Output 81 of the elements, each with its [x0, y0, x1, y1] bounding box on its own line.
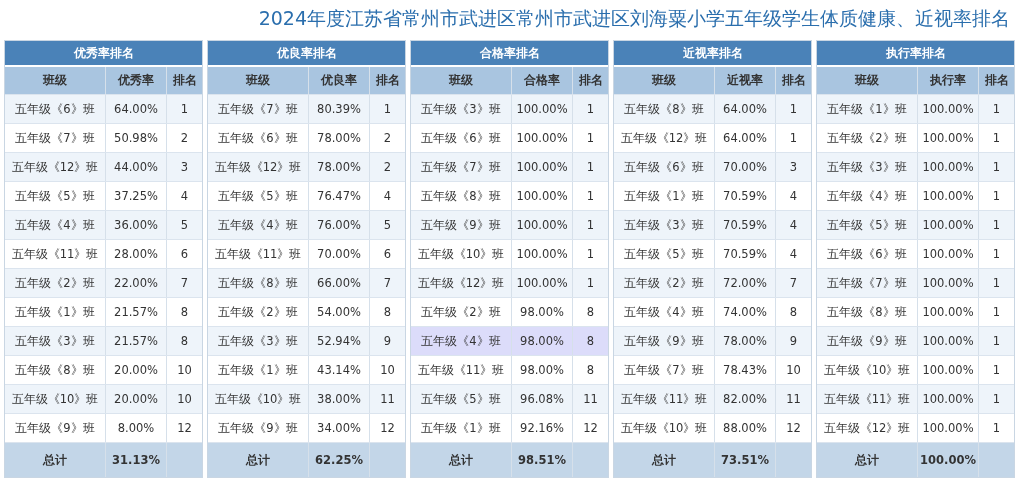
table-cell-text: 五年级《8》班: [420, 188, 502, 204]
table-cell-text: 五年级《2》班: [217, 304, 299, 320]
table-title: 优良率排名: [208, 41, 405, 65]
column-header: 班级: [447, 72, 474, 89]
table-cell-text: 五年级《6》班: [14, 101, 96, 117]
table-cell-text: 五年级《10》班: [416, 246, 506, 262]
table-cell-text: 五年级《3》班: [826, 159, 908, 175]
column-header: 班级: [41, 72, 68, 89]
table-cell-text: 五年级《11》班: [822, 391, 912, 407]
table-cell-text: 五年级《3》班: [14, 333, 96, 349]
table-cell-text: 五年级《8》班: [826, 304, 908, 320]
table-cell-text: 五年级《10》班: [822, 362, 912, 378]
table-cell-text: 五年级《1》班: [217, 362, 299, 378]
table-cell-text: 五年级《2》班: [14, 275, 96, 291]
table-cell-text: 五年级《7》班: [826, 275, 908, 291]
table-cell-text: 五年级《7》班: [420, 159, 502, 175]
total-label: 总计: [447, 452, 474, 468]
table-cell-text: 五年级《3》班: [217, 333, 299, 349]
table-cell-text: 五年级《7》班: [623, 362, 705, 378]
total-label: 总计: [244, 452, 271, 468]
table-cell-text: 五年级《10》班: [213, 391, 303, 407]
table-cell-text: 五年级《9》班: [217, 420, 299, 436]
table-cell-text: 五年级《4》班: [14, 217, 96, 233]
table-cell-text: 五年级《12》班: [416, 275, 506, 291]
table-cell-text: 五年级《10》班: [10, 391, 100, 407]
table-cell-text: 五年级《1》班: [623, 188, 705, 204]
table-cell-text: 五年级《5》班: [217, 188, 299, 204]
table-title: 执行率排名: [817, 41, 1014, 65]
table-cell-text: 五年级《6》班: [826, 246, 908, 262]
table-title: 近视率排名: [614, 41, 811, 65]
table-cell-text: 五年级《1》班: [826, 101, 908, 117]
table-cell-text: 五年级《9》班: [623, 333, 705, 349]
total-label: 总计: [41, 452, 68, 468]
table-cell-text: 五年级《3》班: [420, 101, 502, 117]
table-cell-text: 五年级《2》班: [623, 275, 705, 291]
table-title: 合格率排名: [411, 41, 608, 65]
table-cell-text: 五年级《2》班: [826, 130, 908, 146]
table-cell-text: 五年级《4》班: [623, 304, 705, 320]
table-cell-text: 五年级《2》班: [420, 304, 502, 320]
table-cell-text: 五年级《5》班: [420, 391, 502, 407]
column-header: 班级: [853, 72, 880, 89]
table-cell-text: 五年级《5》班: [14, 188, 96, 204]
table-cell-text: 五年级《9》班: [14, 420, 96, 436]
total-label: 总计: [853, 452, 880, 468]
table-cell-text: 五年级《4》班: [217, 217, 299, 233]
table-cell-text: 五年级《1》班: [420, 420, 502, 436]
total-label: 总计: [650, 452, 677, 468]
table-title: 优秀率排名: [5, 41, 202, 65]
page-title: 2024年度江苏省常州市武进区常州市武进区刘海粟小学五年级学生体质健康、近视率排名: [258, 6, 1010, 31]
table-cell-text: 五年级《5》班: [826, 217, 908, 233]
total-value: 98.51%: [511, 443, 572, 477]
table-cell-text: 五年级《6》班: [623, 159, 705, 175]
table-cell-text: 五年级《4》班: [826, 188, 908, 204]
table-cell-text: 五年级《7》班: [14, 130, 96, 146]
total-value: 100.00%: [917, 443, 978, 477]
table-cell-text: 五年级《8》班: [217, 275, 299, 291]
table-cell-text: 五年级《6》班: [217, 130, 299, 146]
column-header: 班级: [650, 72, 677, 89]
table-cell-text: 五年级《11》班: [213, 246, 303, 262]
total-value: 73.51%: [714, 443, 775, 477]
table-cell-text: 五年级《10》班: [619, 420, 709, 436]
table-cell-text: 五年级《7》班: [217, 101, 299, 117]
table-cell-text: 五年级《11》班: [619, 391, 709, 407]
table-cell-text: 五年级《11》班: [416, 362, 506, 378]
table-cell-text: 五年级《8》班: [623, 101, 705, 117]
table-cell-text: 五年级《12》班: [619, 130, 709, 146]
table-cell-text: 五年级《12》班: [10, 159, 100, 175]
table-cell-text: 五年级《9》班: [826, 333, 908, 349]
table-cell-text: 五年级《6》班: [420, 130, 502, 146]
table-cell-text: 五年级《5》班: [623, 246, 705, 262]
total-value: 31.13%: [105, 443, 166, 477]
table-cell-text: 五年级《12》班: [213, 159, 303, 175]
table-cell-text: 五年级《8》班: [14, 362, 96, 378]
table-cell-text: 五年级《11》班: [10, 246, 100, 262]
column-header: 班级: [244, 72, 271, 89]
table-cell-text: 五年级《4》班: [420, 333, 502, 349]
table-cell-text: 五年级《12》班: [822, 420, 912, 436]
table-cell-text: 五年级《9》班: [420, 217, 502, 233]
total-value: 62.25%: [308, 443, 369, 477]
table-cell-text: 五年级《3》班: [623, 217, 705, 233]
table-cell-text: 五年级《1》班: [14, 304, 96, 320]
